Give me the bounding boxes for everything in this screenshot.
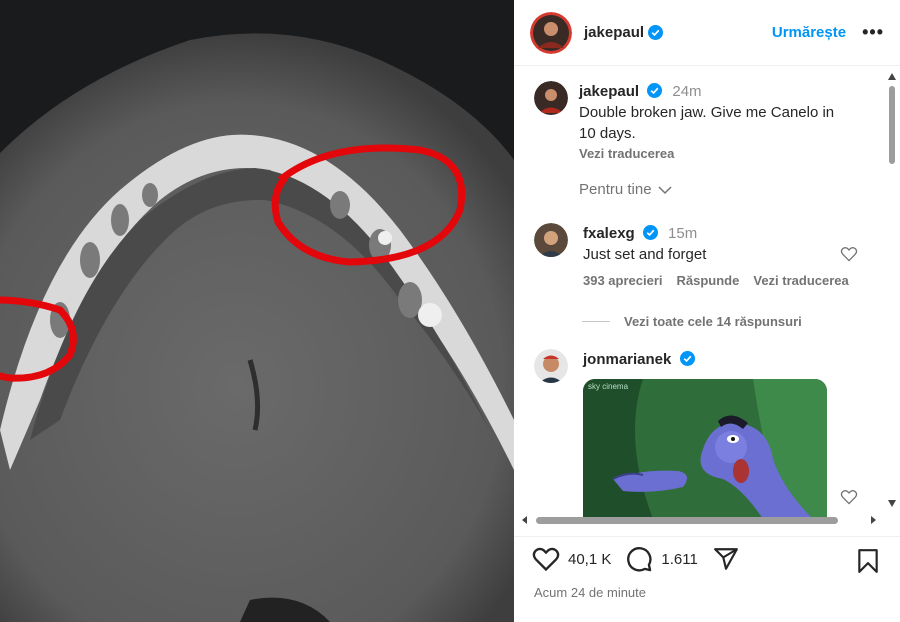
comments-count[interactable]: 1.611 bbox=[661, 551, 697, 568]
comment-translate-link[interactable]: Vezi traducerea bbox=[753, 273, 848, 288]
chevron-down-icon bbox=[658, 185, 672, 194]
post-image[interactable] bbox=[0, 0, 514, 622]
comment-time: 15m bbox=[668, 225, 698, 242]
caption-username[interactable]: jakepaul bbox=[579, 83, 639, 100]
view-replies-label: Vezi toate cele 14 răspunsuri bbox=[624, 314, 802, 329]
caption-translate-link[interactable]: Vezi traducerea bbox=[579, 146, 879, 161]
verified-icon bbox=[648, 25, 664, 40]
instagram-post-view: jakepaul Urmărește ••• jakepaul 24m Doub… bbox=[0, 0, 900, 622]
commenter-username[interactable]: jonmarianek bbox=[583, 351, 671, 368]
post-header: jakepaul Urmărește ••• bbox=[514, 0, 900, 66]
comment-item: jonmarianek sky cinema bbox=[534, 349, 858, 519]
comment-like-heart-icon[interactable] bbox=[840, 489, 858, 505]
comment-reply-button[interactable]: Răspunde bbox=[677, 273, 740, 288]
replies-divider bbox=[582, 321, 610, 322]
comments-section: jakepaul 24m Double broken jaw. Give me … bbox=[514, 67, 900, 532]
commenter-username[interactable]: fxalexg bbox=[583, 225, 635, 242]
more-options-icon[interactable]: ••• bbox=[862, 22, 884, 43]
commenter-avatar[interactable] bbox=[534, 223, 568, 257]
comment-item: fxalexg 15m Just set and forget 393 apre… bbox=[534, 223, 873, 288]
vertical-scrollbar[interactable] bbox=[887, 70, 897, 510]
verified-icon bbox=[642, 225, 658, 240]
caption-avatar[interactable] bbox=[534, 81, 568, 115]
likes-count[interactable]: 40,1 K bbox=[568, 551, 611, 568]
comment-meta: 393 aprecieri Răspunde Vezi traducerea bbox=[583, 273, 873, 288]
comment-gif[interactable]: sky cinema bbox=[583, 379, 827, 519]
author-avatar[interactable] bbox=[530, 11, 572, 54]
caption-time: 24m bbox=[672, 83, 702, 100]
verified-icon bbox=[647, 83, 663, 98]
view-replies-link[interactable]: Vezi toate cele 14 răspunsuri bbox=[582, 314, 802, 329]
caption-line-2: 10 days. bbox=[579, 125, 636, 142]
horizontal-scroll-thumb bbox=[536, 517, 838, 524]
verified-icon bbox=[679, 351, 695, 366]
bookmark-icon[interactable] bbox=[856, 548, 880, 574]
share-icon[interactable] bbox=[712, 546, 740, 572]
vertical-scroll-thumb bbox=[889, 86, 895, 164]
gif-watermark: sky cinema bbox=[588, 382, 629, 391]
for-you-filter[interactable]: Pentru tine bbox=[579, 181, 672, 198]
post-side-panel: jakepaul Urmărește ••• jakepaul 24m Doub… bbox=[514, 0, 900, 622]
commenter-avatar[interactable] bbox=[534, 349, 568, 383]
comment-icon[interactable] bbox=[625, 545, 653, 573]
follow-button[interactable]: Urmărește bbox=[772, 24, 846, 41]
heart-icon[interactable] bbox=[532, 546, 560, 572]
caption-block: jakepaul 24m Double broken jaw. Give me … bbox=[534, 81, 879, 161]
ct-scan-jaw-image bbox=[0, 0, 514, 622]
post-actions-bar: 40,1 K 1.611 Acum 24 de minute bbox=[514, 536, 900, 622]
comment-like-heart-icon[interactable] bbox=[840, 246, 858, 262]
post-timestamp: Acum 24 de minute bbox=[534, 585, 647, 600]
author-username[interactable]: jakepaul bbox=[584, 24, 644, 41]
horizontal-scrollbar[interactable] bbox=[520, 514, 880, 526]
for-you-label: Pentru tine bbox=[579, 181, 652, 198]
comment-likes[interactable]: 393 aprecieri bbox=[583, 273, 663, 288]
caption-line-1: Double broken jaw. Give me Canelo in bbox=[579, 104, 835, 121]
comment-text: Just set and forget bbox=[583, 246, 707, 263]
